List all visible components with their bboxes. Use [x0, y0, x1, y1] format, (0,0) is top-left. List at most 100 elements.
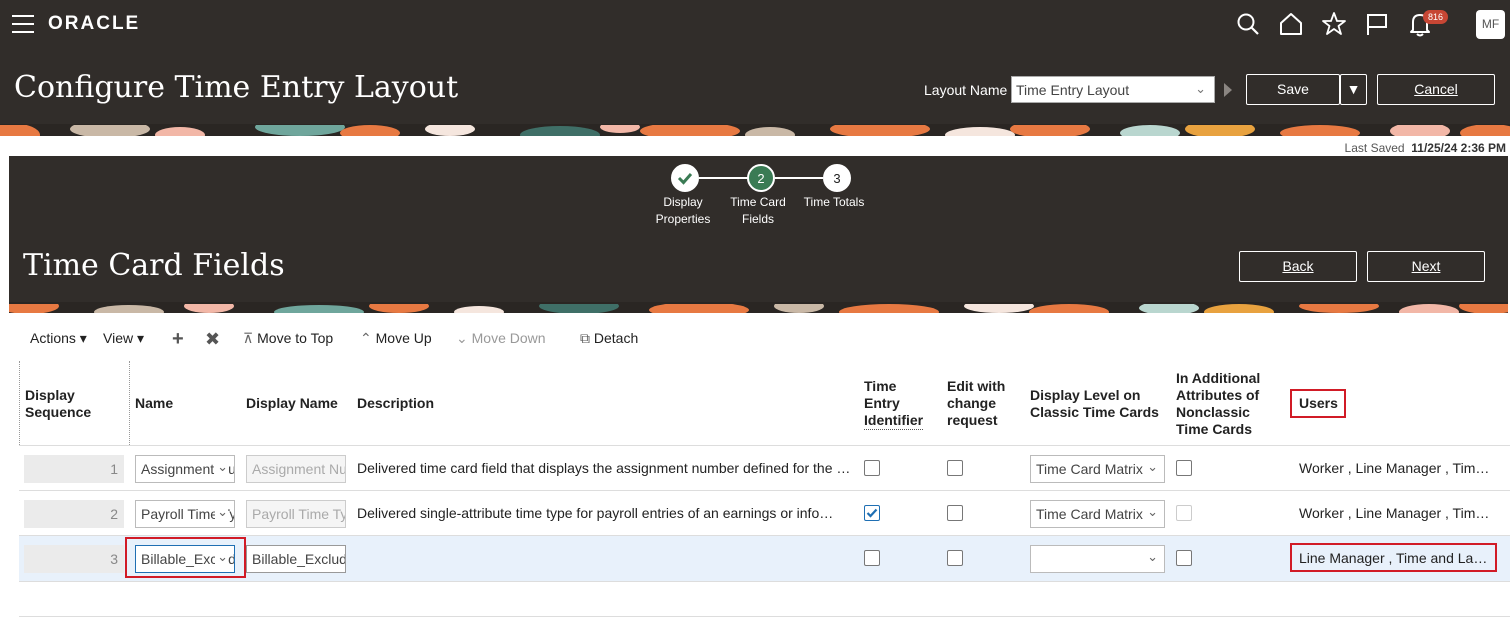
- edit-with-change-checkbox[interactable]: [947, 505, 963, 521]
- view-menu[interactable]: View ▾: [103, 330, 144, 347]
- time-entry-identifier-checkbox[interactable]: [864, 550, 880, 566]
- additional-attributes-checkbox: [1176, 505, 1192, 521]
- users-cell[interactable]: Worker , Line Manager , Time and Labor M…: [1299, 460, 1495, 476]
- col-header-description[interactable]: Description: [357, 395, 434, 412]
- next-button[interactable]: Next: [1367, 251, 1485, 282]
- layout-name-select[interactable]: Time Entry Layout ⌄: [1011, 76, 1215, 103]
- highlight-box: [1290, 543, 1497, 572]
- actions-label: Actions: [30, 330, 76, 346]
- col-header-display-name[interactable]: Display Name: [246, 395, 338, 412]
- table-bottom-divider: [19, 616, 1510, 617]
- display-level-select[interactable]: ⌄: [1030, 545, 1165, 573]
- display-level-select[interactable]: Time Card Matrix ⌄: [1030, 500, 1165, 528]
- cancel-button[interactable]: Cancel: [1377, 74, 1495, 105]
- move-up-button[interactable]: ⌃ Move Up: [360, 330, 432, 347]
- edit-with-change-checkbox[interactable]: [947, 460, 963, 476]
- header-text: Attributes of: [1176, 387, 1260, 403]
- users-cell[interactable]: Worker , Line Manager , Time and Labor M…: [1299, 505, 1495, 521]
- decorative-banner: [9, 302, 1508, 313]
- header-text: Display Level on: [1030, 387, 1141, 403]
- detach-button[interactable]: ⧉ Detach: [580, 330, 638, 347]
- name-select[interactable]: Assignment Number⌄: [135, 455, 235, 483]
- back-button[interactable]: Back: [1239, 251, 1357, 282]
- header-text: Entry: [864, 395, 900, 411]
- watchlist-flag-icon[interactable]: [1363, 10, 1391, 38]
- train-stop-time-card-fields[interactable]: 2: [747, 164, 775, 192]
- save-button[interactable]: Save: [1246, 74, 1340, 105]
- favorites-star-icon[interactable]: [1320, 10, 1348, 38]
- col-header-display-sequence[interactable]: Display Sequence: [25, 387, 91, 421]
- hamburger-menu-icon[interactable]: [12, 15, 34, 33]
- chevron-down-icon: ⌄: [215, 504, 228, 520]
- time-entry-identifier-checkbox[interactable]: [864, 460, 880, 476]
- move-down-button[interactable]: ⌄ Move Down: [456, 330, 546, 347]
- header-text: Display: [25, 387, 75, 403]
- additional-attributes-checkbox[interactable]: [1176, 550, 1192, 566]
- layout-name-value: Time Entry Layout: [1016, 82, 1130, 98]
- move-down-label: Move Down: [471, 330, 546, 346]
- display-name-field: Payroll Time Type: [246, 500, 346, 528]
- oracle-logo: ORACLE: [48, 13, 141, 34]
- train-stop-label: Time Totals: [799, 194, 869, 211]
- col-header-edit-with-change-request[interactable]: Edit with change request: [947, 378, 1005, 429]
- search-icon[interactable]: [1234, 10, 1262, 38]
- chevron-down-icon: ⌄: [456, 330, 468, 346]
- train-label-line: Display: [663, 195, 703, 209]
- move-to-top-icon: ⊼: [243, 330, 254, 346]
- detach-icon: ⧉: [580, 330, 590, 346]
- header-text: Identifier: [864, 412, 924, 430]
- highlight-box: [1290, 389, 1346, 418]
- decorative-banner: [0, 124, 1510, 136]
- edit-with-change-checkbox[interactable]: [947, 550, 963, 566]
- train-label-line: Fields: [741, 212, 774, 226]
- train-label-line: Time Card: [730, 195, 786, 209]
- layout-name-label: Layout Name: [924, 82, 1008, 98]
- delete-row-icon[interactable]: ✖: [205, 329, 220, 350]
- col-header-additional-attributes[interactable]: In Additional Attributes of Nonclassic T…: [1176, 370, 1260, 438]
- header-text: request: [947, 412, 998, 428]
- col-header-display-level[interactable]: Display Level on Classic Time Cards: [1030, 387, 1159, 421]
- train-connector: [699, 177, 749, 179]
- additional-attributes-checkbox[interactable]: [1176, 460, 1192, 476]
- notification-count-badge: 816: [1423, 10, 1449, 24]
- display-sequence-field[interactable]: 2: [24, 500, 124, 528]
- move-to-top-button[interactable]: ⊼ Move to Top: [243, 330, 333, 347]
- home-icon[interactable]: [1277, 10, 1305, 38]
- header-text: Nonclassic: [1176, 404, 1250, 420]
- description-cell: Delivered single-attribute time type for…: [357, 505, 835, 521]
- header-divider: [19, 445, 1510, 446]
- user-avatar[interactable]: MF: [1476, 10, 1505, 39]
- col-header-time-entry-identifier[interactable]: Time Entry Identifier: [864, 378, 924, 430]
- train-stop-time-totals[interactable]: 3: [823, 164, 851, 192]
- display-name-input[interactable]: Billable_Excluded: [246, 545, 346, 573]
- check-icon: [677, 173, 693, 185]
- name-select[interactable]: Payroll Time Type⌄: [135, 500, 235, 528]
- col-header-name[interactable]: Name: [135, 395, 173, 412]
- column-divider: [19, 361, 20, 445]
- display-sequence-field[interactable]: 3: [24, 545, 124, 573]
- add-row-icon[interactable]: +: [172, 328, 184, 351]
- display-level-value: Time Card Matrix: [1036, 506, 1143, 522]
- header-text: Time: [864, 378, 897, 394]
- train-label-line: Properties: [655, 212, 711, 226]
- chevron-down-icon: ⌄: [1145, 549, 1158, 565]
- actions-menu[interactable]: Actions ▾: [30, 330, 87, 347]
- last-saved-info: Last Saved 11/25/24 2:36 PM: [1345, 141, 1506, 155]
- play-arrow-icon[interactable]: [1224, 83, 1232, 97]
- header-text: Sequence: [25, 404, 92, 420]
- column-divider: [129, 361, 130, 445]
- next-label: Next: [1411, 258, 1441, 274]
- train-stop-label: Display Properties: [648, 194, 718, 228]
- train-stop-display-properties[interactable]: [671, 164, 699, 192]
- time-entry-identifier-checkbox[interactable]: [864, 505, 880, 521]
- save-options-button[interactable]: ▼: [1340, 74, 1367, 105]
- view-label: View: [103, 330, 134, 346]
- display-sequence-field[interactable]: 1: [24, 455, 124, 483]
- display-level-value: Time Card Matrix: [1036, 461, 1143, 477]
- display-name-field: Assignment Number: [246, 455, 346, 483]
- chevron-down-icon: ⌄: [1145, 459, 1158, 475]
- chevron-down-icon: ⌄: [1145, 504, 1158, 520]
- header-text: Time Cards: [1176, 421, 1252, 437]
- display-level-select[interactable]: Time Card Matrix ⌄: [1030, 455, 1165, 483]
- page-title: Configure Time Entry Layout: [14, 70, 459, 105]
